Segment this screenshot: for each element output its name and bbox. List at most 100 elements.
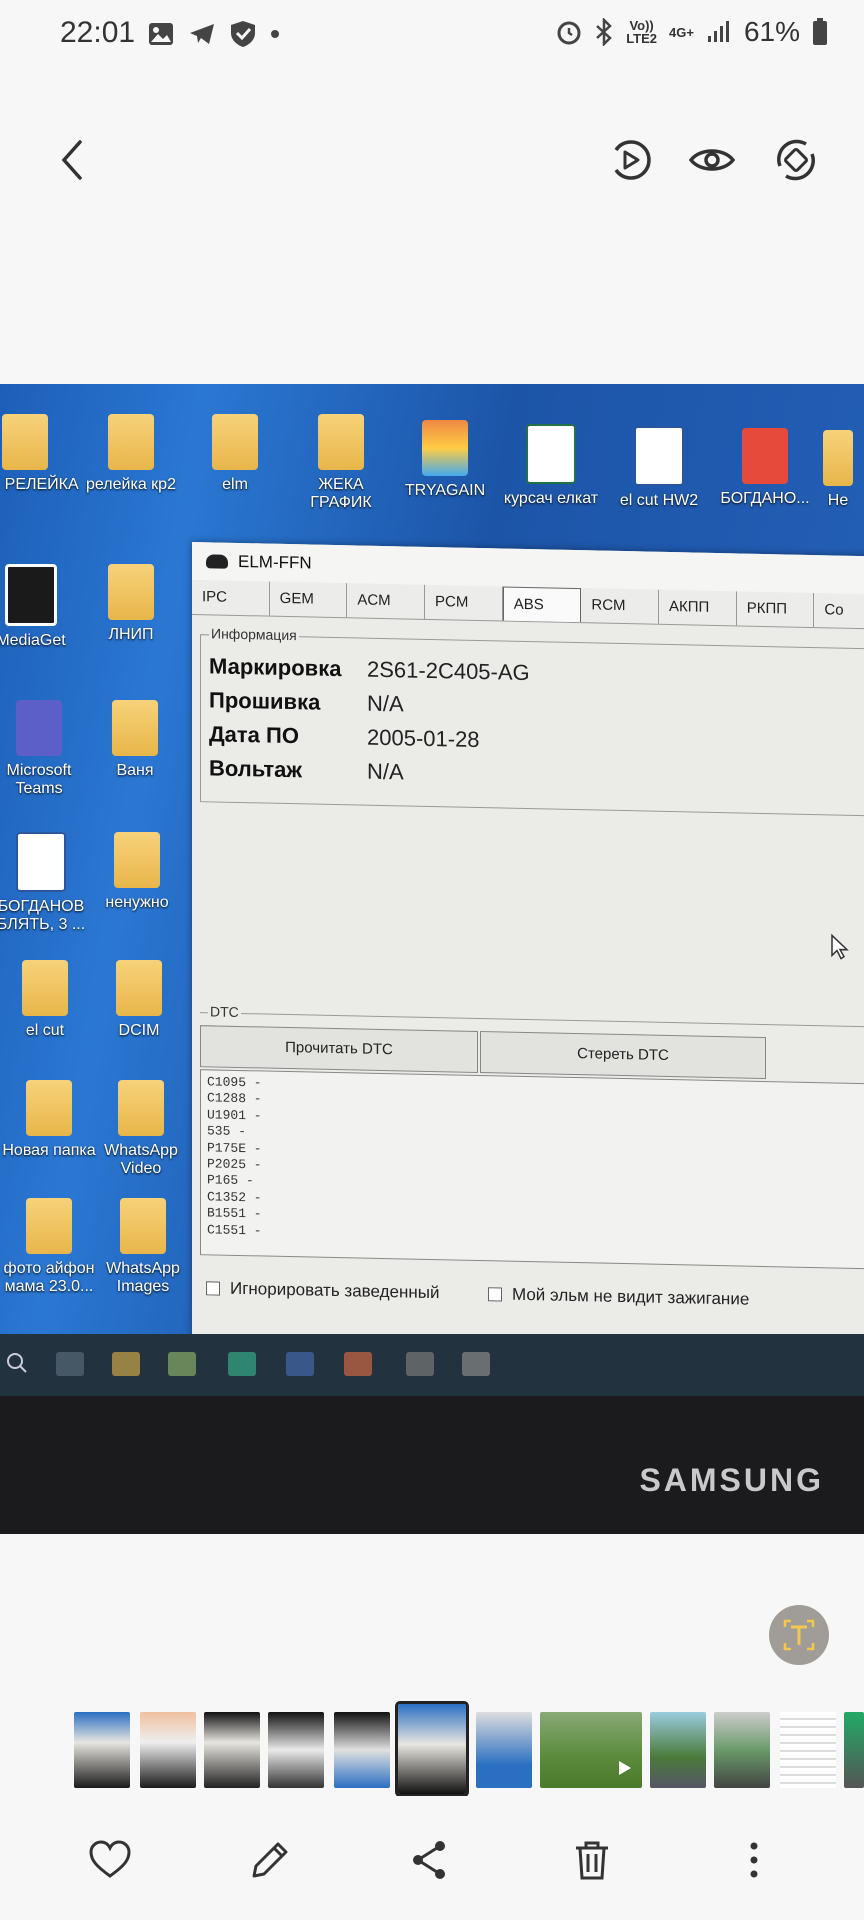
office-icon <box>344 1352 372 1376</box>
desktop-icon: Ваня <box>80 700 190 780</box>
thumbnail-strip <box>0 1700 864 1796</box>
thumbnail[interactable] <box>334 1712 390 1788</box>
status-time: 22:01 <box>60 16 136 49</box>
desktop-icon: БОГДАНО... <box>710 428 820 508</box>
checkbox-label: Игнорировать заведенный <box>230 1278 440 1303</box>
folder-icon <box>823 430 853 486</box>
desktop-icon: MediaGet <box>0 564 86 650</box>
thumbnail[interactable] <box>204 1712 260 1788</box>
folder-icon <box>116 960 162 1016</box>
brand-logo: SAMSUNG <box>639 1462 824 1498</box>
pdf-file-icon <box>742 428 788 484</box>
car-logo-icon <box>206 554 228 569</box>
folder-icon <box>108 564 154 620</box>
info-value: 2S61-2C405-AG <box>367 656 530 686</box>
desktop-icon-partial: Не <box>808 430 864 510</box>
video-thumbnail[interactable] <box>540 1712 642 1788</box>
word-file-icon <box>16 832 66 892</box>
mouse-cursor-icon <box>831 933 849 960</box>
network-type-label: 4G+ <box>669 24 694 40</box>
checkbox-box <box>488 1287 502 1302</box>
read-dtc-button[interactable]: Прочитать DTC <box>200 1025 478 1073</box>
desktop-icon: DCIM <box>84 960 194 1040</box>
teams-icon <box>16 700 62 756</box>
shield-icon <box>231 21 255 47</box>
tab-rkpp[interactable]: РКПП <box>736 591 815 628</box>
info-value: N/A <box>367 758 404 785</box>
extract-text-button[interactable] <box>769 1605 829 1665</box>
clear-dtc-button[interactable]: Стереть DTC <box>480 1031 766 1080</box>
dot-icon <box>271 30 279 38</box>
desktop-icon: КР1 РЕЛЕЙКА <box>0 414 80 494</box>
info-label: Вольтаж <box>209 755 302 783</box>
checkbox-label: Мой эльм не видит зажигание <box>512 1284 750 1309</box>
dtc-group: DTC Прочитать DTC Стереть DTC C1095 - C1… <box>200 1003 864 1278</box>
excel-file-icon <box>526 424 576 484</box>
more-options-button[interactable] <box>730 1836 778 1884</box>
info-label: Прошивка <box>209 687 321 715</box>
image-icon <box>149 23 173 45</box>
laptop-bezel: SAMSUNG <box>0 1396 864 1534</box>
thumbnail[interactable] <box>476 1712 532 1788</box>
ignore-running-checkbox[interactable]: Игнорировать заведенный <box>206 1278 439 1303</box>
motion-play-icon <box>614 140 651 180</box>
windows-taskbar <box>0 1334 864 1396</box>
dtc-group-title: DTC <box>208 1003 241 1021</box>
tab-abs[interactable]: ABS <box>502 586 582 623</box>
tab-gem[interactable]: GEM <box>269 581 348 618</box>
edit-button[interactable] <box>246 1836 294 1884</box>
info-group: Информация Маркировка 2S61-2C405-AG Прош… <box>200 625 864 817</box>
thumbnail[interactable] <box>74 1712 130 1788</box>
info-row: Дата ПО 2005-01-28 <box>209 721 480 753</box>
desktop-icon: ЛНИП <box>76 564 186 644</box>
thumbnail[interactable] <box>140 1712 196 1788</box>
thumbnail[interactable] <box>268 1712 324 1788</box>
more-icon <box>750 1842 758 1878</box>
desktop-icon: WhatsApp Video <box>86 1080 196 1178</box>
folder-icon <box>108 414 154 470</box>
share-button[interactable] <box>406 1836 454 1884</box>
delete-button[interactable] <box>568 1836 616 1884</box>
desktop-icon: релейка кр2 <box>76 414 186 494</box>
app-taskbar-icon <box>462 1352 490 1376</box>
explorer-icon <box>112 1352 140 1376</box>
thumbnail[interactable] <box>844 1712 864 1788</box>
folder-icon <box>26 1198 72 1254</box>
desktop-background: КР1 РЕЛЕЙКА релейка кр2 elm ЖЕКА ГРАФИК … <box>0 384 864 1377</box>
folder-icon <box>212 414 258 470</box>
ignition-not-detected-checkbox[interactable]: Мой эльм не видит зажигание <box>488 1284 749 1309</box>
info-value: 2005-01-28 <box>367 724 480 753</box>
desktop-icon: ненужно <box>82 832 192 912</box>
back-button[interactable] <box>50 132 98 188</box>
thumbnail[interactable] <box>650 1712 706 1788</box>
desktop-icon: курсач елкат <box>496 424 606 508</box>
motion-photo-button[interactable] <box>606 136 654 184</box>
tab-ipc[interactable]: IPC <box>192 580 270 616</box>
tab-co[interactable]: Co <box>814 593 864 629</box>
pencil-icon <box>252 1842 288 1878</box>
favorite-button[interactable] <box>86 1836 134 1884</box>
thumbnail-selected[interactable] <box>395 1701 469 1796</box>
thumbnail[interactable] <box>780 1712 836 1788</box>
photo-view[interactable]: КР1 РЕЛЕЙКА релейка кр2 elm ЖЕКА ГРАФИК … <box>0 384 864 1534</box>
info-label: Дата ПО <box>209 721 299 749</box>
info-label: Маркировка <box>209 653 342 682</box>
eye-icon <box>688 149 736 171</box>
alarm-icon <box>557 21 581 45</box>
mediaget-icon <box>5 564 57 626</box>
network-lte-label: LTE2 <box>626 31 658 46</box>
tab-akpp[interactable]: АКПП <box>659 589 737 626</box>
dtc-list[interactable]: C1095 - C1288 - U1901 - 535 - P175E - P2… <box>200 1069 864 1270</box>
rotate-button[interactable] <box>772 136 820 184</box>
folder-icon <box>26 1080 72 1136</box>
thumbnail[interactable] <box>714 1712 770 1788</box>
battery-percent: 61% <box>743 16 800 47</box>
tab-rcm[interactable]: RCM <box>581 588 660 624</box>
task-view-icon <box>56 1352 84 1376</box>
view-button[interactable] <box>688 136 736 184</box>
bottom-action-bar <box>0 1830 864 1890</box>
tab-acm[interactable]: ACM <box>347 583 426 619</box>
tab-pcm[interactable]: PCM <box>425 584 503 621</box>
desktop-icon: ЖЕКА ГРАФИК <box>286 414 396 512</box>
teams-taskbar-icon <box>286 1352 314 1376</box>
